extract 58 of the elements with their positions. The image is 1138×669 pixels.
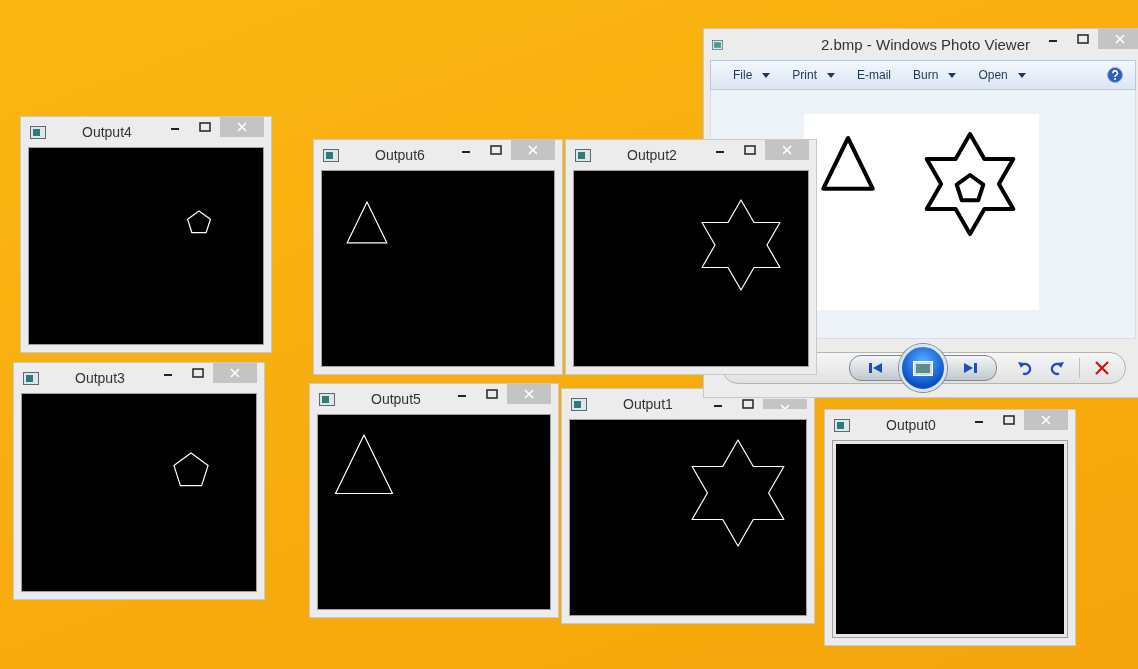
triangle-outline [821,136,875,191]
maximize-icon [744,145,756,155]
window-title: Output2 [627,147,677,163]
window-title: Output6 [375,147,425,163]
window-title: Output5 [371,391,421,407]
rotate-left-icon [1018,360,1032,376]
menu-item[interactable]: Burn [909,68,961,82]
maximize-icon [192,368,204,378]
close-icon [780,404,790,409]
window-title: Output4 [82,124,132,140]
menu-item[interactable]: Print [788,68,840,82]
app-icon [575,148,591,162]
delete-icon [1095,361,1109,375]
app-icon [30,125,46,139]
maximize-icon [486,389,498,399]
maximize-icon [490,145,502,155]
app-icon [23,371,39,385]
app-icon [319,392,335,406]
app-icon [323,148,339,162]
picture-icon [712,37,723,52]
pentagon-outline [187,210,211,234]
maximize-icon [1003,415,1015,425]
slideshow-button[interactable] [899,344,947,392]
triangle-outline [346,201,388,244]
close-icon [528,145,538,155]
caret-icon [1017,72,1026,78]
maximize-icon [1077,34,1089,44]
close-icon [1041,415,1051,425]
window-title: 2.bmp - Windows Photo Viewer [821,36,1030,53]
close-icon [1115,34,1125,44]
previous-icon [869,362,883,374]
maximize-icon [742,399,754,409]
pentagon-outline [173,452,209,487]
window-title: Output1 [623,396,673,412]
next-button[interactable] [943,355,997,381]
menu-item[interactable]: Open [974,68,1030,82]
triangle-outline [334,434,394,495]
rotate-right-icon [1050,360,1064,376]
close-icon [230,368,240,378]
maximize-icon [199,122,211,132]
menu-item[interactable]: E-mail [853,68,896,82]
pentagon-outline [954,173,986,203]
close-icon [524,389,534,399]
close-icon [237,122,247,132]
minimize-icon [713,405,723,409]
previous-button[interactable] [849,355,903,381]
next-icon [963,362,977,374]
caret-icon [762,72,771,78]
menu-item[interactable]: File [729,68,775,82]
app-icon [571,397,587,411]
app-icon [834,418,850,432]
window-title: Output3 [75,370,125,386]
window-title: Output0 [886,417,936,433]
help-icon[interactable] [1107,67,1123,83]
caret-icon [827,72,836,78]
close-icon [782,145,792,155]
caret-icon [948,72,957,78]
slideshow-icon [913,360,933,376]
